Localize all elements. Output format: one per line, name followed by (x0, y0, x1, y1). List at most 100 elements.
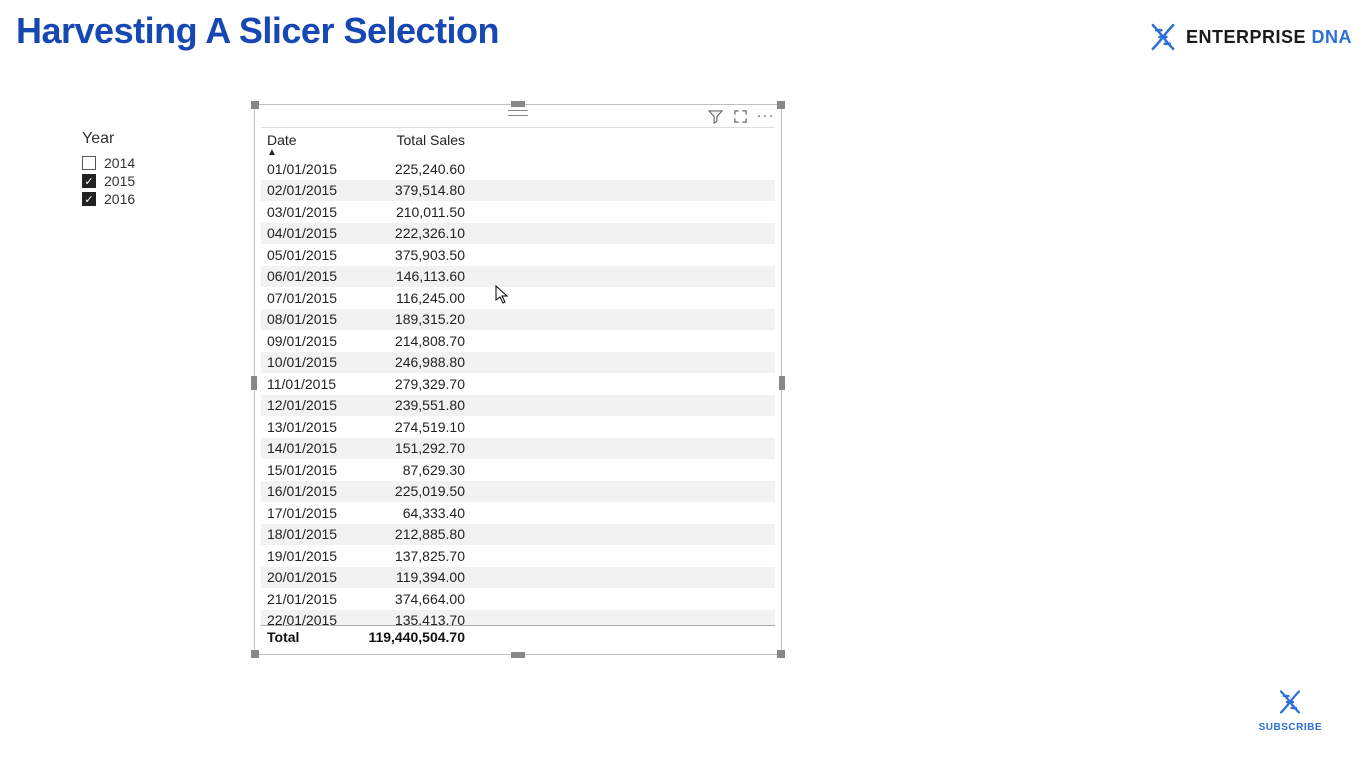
checkbox-icon[interactable] (82, 156, 96, 170)
table-row[interactable]: 02/01/2015379,514.80 (261, 180, 775, 202)
cell-sales: 146,113.60 (353, 268, 465, 284)
column-header-sales[interactable]: Total Sales (353, 132, 465, 148)
resize-handle[interactable] (511, 652, 525, 658)
year-slicer: Year 2014 ✓ 2015 ✓ 2016 (82, 130, 222, 208)
cell-sales: 379,514.80 (353, 182, 465, 198)
brand-text-enterprise: ENTERPRISE (1186, 27, 1312, 47)
cell-date: 13/01/2015 (267, 419, 353, 435)
cell-date: 18/01/2015 (267, 526, 353, 542)
cell-date: 09/01/2015 (267, 333, 353, 349)
cell-sales: 214,808.70 (353, 333, 465, 349)
cell-date: 16/01/2015 (267, 483, 353, 499)
resize-handle[interactable] (779, 376, 785, 390)
cell-sales: 137,825.70 (353, 548, 465, 564)
dna-icon (1146, 20, 1180, 54)
cell-sales: 239,551.80 (353, 397, 465, 413)
table-row[interactable]: 17/01/201564,333.40 (261, 502, 775, 524)
cell-date: 04/01/2015 (267, 225, 353, 241)
cell-sales: 87,629.30 (353, 462, 465, 478)
slicer-item[interactable]: 2014 (82, 154, 222, 172)
cell-sales: 119,394.00 (353, 569, 465, 585)
cell-sales: 374,664.00 (353, 591, 465, 607)
more-options-icon[interactable]: ··· (758, 109, 773, 124)
cell-sales: 135,413.70 (353, 612, 465, 625)
table-row[interactable]: 06/01/2015146,113.60 (261, 266, 775, 288)
table-row[interactable]: 15/01/201587,629.30 (261, 459, 775, 481)
column-headers: Date ▲ Total Sales (261, 128, 775, 150)
cell-sales: 375,903.50 (353, 247, 465, 263)
cell-sales: 222,326.10 (353, 225, 465, 241)
table-row[interactable]: 14/01/2015151,292.70 (261, 438, 775, 460)
visual-header: ··· (255, 105, 781, 127)
cell-date: 07/01/2015 (267, 290, 353, 306)
table-row[interactable]: 20/01/2015119,394.00 (261, 567, 775, 589)
subscribe-badge[interactable]: SUBSCRIBE (1259, 687, 1322, 733)
brand-logo: ENTERPRISE DNA (1146, 20, 1352, 54)
slicer-item-label: 2016 (104, 191, 135, 207)
total-row: Total 119,440,504.70 (261, 625, 775, 648)
table-row[interactable]: 11/01/2015279,329.70 (261, 373, 775, 395)
table-rows-scroll[interactable]: 01/01/2015225,240.6002/01/2015379,514.80… (261, 158, 775, 625)
table-row[interactable]: 22/01/2015135,413.70 (261, 610, 775, 626)
cell-sales: 225,019.50 (353, 483, 465, 499)
table-row[interactable]: 12/01/2015239,551.80 (261, 395, 775, 417)
slicer-title: Year (82, 130, 222, 148)
cell-sales: 212,885.80 (353, 526, 465, 542)
table-row[interactable]: 16/01/2015225,019.50 (261, 481, 775, 503)
resize-handle[interactable] (777, 650, 785, 658)
cell-sales: 116,245.00 (353, 290, 465, 306)
cell-sales: 225,240.60 (353, 161, 465, 177)
table-row[interactable]: 18/01/2015212,885.80 (261, 524, 775, 546)
column-header-date-label: Date (267, 132, 297, 148)
table-area: Date ▲ Total Sales 01/01/2015225,240.600… (261, 127, 775, 648)
cell-date: 21/01/2015 (267, 591, 353, 607)
cell-date: 08/01/2015 (267, 311, 353, 327)
slicer-item[interactable]: ✓ 2015 (82, 172, 222, 190)
cell-date: 03/01/2015 (267, 204, 353, 220)
cell-date: 05/01/2015 (267, 247, 353, 263)
slicer-item-label: 2015 (104, 173, 135, 189)
cell-date: 10/01/2015 (267, 354, 353, 370)
cell-date: 22/01/2015 (267, 612, 353, 625)
checkbox-icon[interactable]: ✓ (82, 174, 96, 188)
cell-sales: 189,315.20 (353, 311, 465, 327)
cell-date: 01/01/2015 (267, 161, 353, 177)
table-row[interactable]: 04/01/2015222,326.10 (261, 223, 775, 245)
cell-sales: 246,988.80 (353, 354, 465, 370)
table-row[interactable]: 05/01/2015375,903.50 (261, 244, 775, 266)
cell-date: 20/01/2015 (267, 569, 353, 585)
table-row[interactable]: 19/01/2015137,825.70 (261, 545, 775, 567)
cell-date: 14/01/2015 (267, 440, 353, 456)
checkbox-icon[interactable]: ✓ (82, 192, 96, 206)
cell-sales: 210,011.50 (353, 204, 465, 220)
table-row[interactable]: 01/01/2015225,240.60 (261, 158, 775, 180)
dna-icon (1275, 687, 1305, 717)
resize-handle[interactable] (251, 650, 259, 658)
cell-sales: 274,519.10 (353, 419, 465, 435)
cell-date: 17/01/2015 (267, 505, 353, 521)
column-header-date[interactable]: Date ▲ (267, 132, 353, 148)
table-row[interactable]: 09/01/2015214,808.70 (261, 330, 775, 352)
cell-sales: 151,292.70 (353, 440, 465, 456)
table-row[interactable]: 08/01/2015189,315.20 (261, 309, 775, 331)
slicer-item-label: 2014 (104, 155, 135, 171)
cell-date: 15/01/2015 (267, 462, 353, 478)
table-row[interactable]: 10/01/2015246,988.80 (261, 352, 775, 374)
total-value: 119,440,504.70 (353, 629, 465, 645)
cell-date: 12/01/2015 (267, 397, 353, 413)
cell-sales: 279,329.70 (353, 376, 465, 392)
table-row[interactable]: 21/01/2015374,664.00 (261, 588, 775, 610)
cell-date: 11/01/2015 (267, 376, 353, 392)
focus-mode-icon[interactable] (733, 109, 748, 124)
resize-handle[interactable] (251, 376, 257, 390)
sort-ascending-icon: ▲ (267, 147, 277, 158)
table-visual[interactable]: ··· Date ▲ Total Sales 01/01/2015225,240… (254, 104, 782, 655)
total-label: Total (267, 629, 353, 645)
slicer-item[interactable]: ✓ 2016 (82, 190, 222, 208)
table-row[interactable]: 03/01/2015210,011.50 (261, 201, 775, 223)
drag-handle-icon[interactable] (508, 110, 528, 116)
filter-icon[interactable] (708, 109, 723, 124)
table-row[interactable]: 07/01/2015116,245.00 (261, 287, 775, 309)
subscribe-label: SUBSCRIBE (1259, 722, 1322, 733)
table-row[interactable]: 13/01/2015274,519.10 (261, 416, 775, 438)
